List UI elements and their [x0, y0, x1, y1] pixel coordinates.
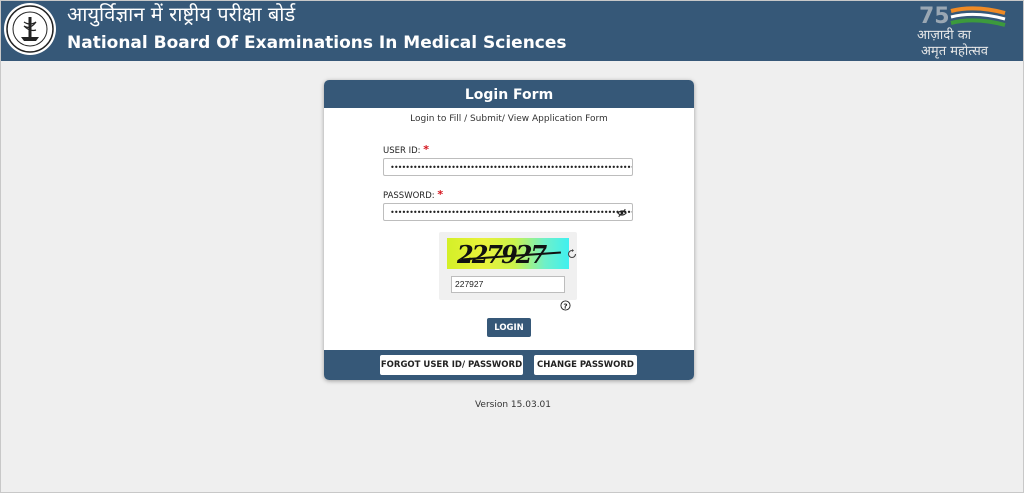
- captcha-image: 227927: [447, 238, 569, 269]
- captcha-input[interactable]: 227927: [451, 276, 565, 293]
- user-id-label: USER ID: *: [383, 143, 429, 156]
- version-text: Version 15.03.01: [474, 400, 552, 410]
- change-password-button[interactable]: CHANGE PASSWORD: [534, 355, 637, 375]
- password-value: ••••••••••••••••••••••••••••••••••••••••…: [390, 208, 632, 217]
- login-card-footer: FORGOT USER ID/ PASSWORD CHANGE PASSWORD: [324, 350, 694, 380]
- azadi-ka-amrit-mahotsav-logo: 75 आज़ादी का अमृत महोत्सव: [915, 1, 1019, 59]
- site-header: आयुर्विज्ञान में राष्ट्रीय परीक्षा बोर्ड…: [1, 1, 1023, 61]
- required-marker: *: [423, 143, 429, 156]
- hindi-title: आयुर्विज्ञान में राष्ट्रीय परीक्षा बोर्ड: [67, 2, 296, 26]
- login-form-subtitle: Login to Fill / Submit/ View Application…: [410, 114, 608, 124]
- password-label: PASSWORD: *: [383, 188, 444, 201]
- forgot-user-id-password-button[interactable]: FORGOT USER ID/ PASSWORD: [380, 355, 523, 375]
- azadi-line-2: अमृत महोत्सव: [921, 44, 989, 59]
- svg-text:?: ?: [563, 301, 567, 310]
- password-input[interactable]: ••••••••••••••••••••••••••••••••••••••••…: [383, 203, 633, 221]
- captcha-panel: 227927 227927: [439, 232, 577, 300]
- user-id-input[interactable]: ••••••••••••••••••••••••••••••••••••••••…: [383, 158, 633, 176]
- page: आयुर्विज्ञान में राष्ट्रीय परीक्षा बोर्ड…: [0, 0, 1024, 493]
- hide-password-icon[interactable]: [617, 208, 627, 218]
- refresh-captcha-icon[interactable]: [567, 249, 577, 259]
- required-marker: *: [437, 188, 444, 201]
- nbems-emblem-icon: [4, 3, 56, 55]
- login-button[interactable]: LOGIN: [487, 318, 531, 337]
- english-title: National Board Of Examinations In Medica…: [67, 33, 567, 53]
- login-card: Login Form Login to Fill / Submit/ View …: [324, 80, 694, 380]
- login-form-title: Login Form: [324, 80, 694, 108]
- help-icon[interactable]: ?: [560, 300, 571, 311]
